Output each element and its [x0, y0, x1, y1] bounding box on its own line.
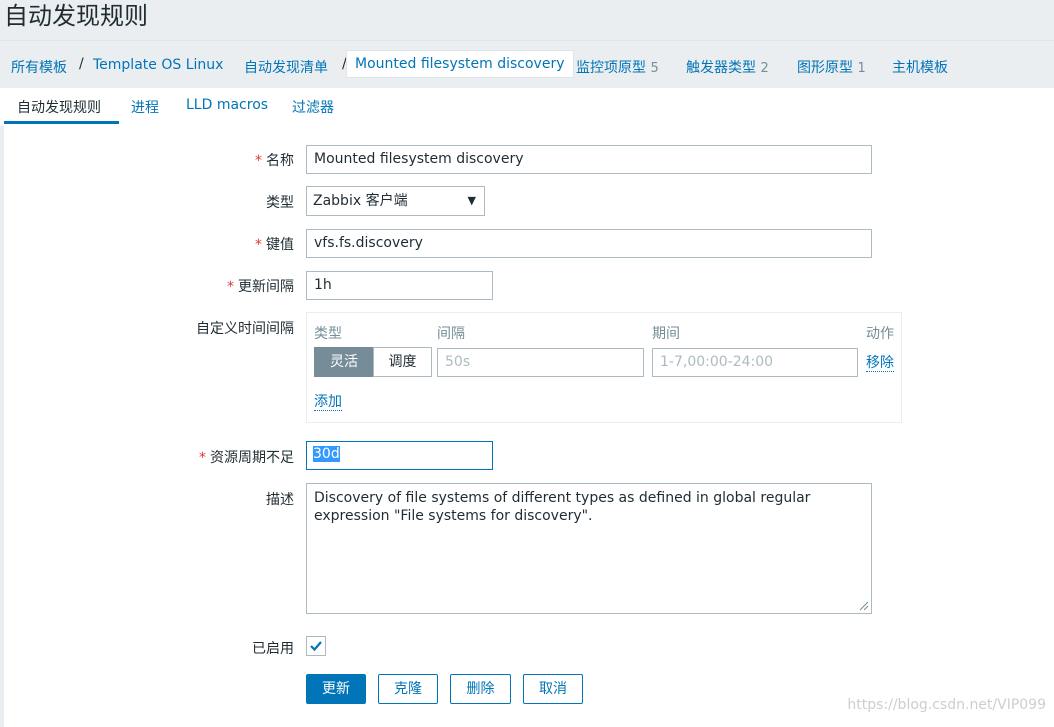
nav-label: 图形原型	[797, 60, 853, 76]
breadcrumb-all-templates[interactable]: 所有模板	[11, 57, 67, 77]
tab-lld-macros[interactable]: LLD macros	[186, 97, 268, 113]
interval-input[interactable]: 50s	[437, 348, 644, 377]
nav-label: 监控项原型	[576, 60, 646, 76]
nav-graph-prototypes[interactable]: 图形原型 1	[797, 57, 866, 77]
breadcrumb-discovery-list[interactable]: 自动发现清单	[244, 57, 328, 77]
col-type-header: 类型	[314, 326, 342, 342]
remove-link[interactable]: 移除	[866, 355, 894, 372]
update-interval-label: * 更新间隔	[227, 276, 294, 296]
nav-item-prototypes[interactable]: 监控项原型 5	[576, 57, 659, 77]
page-title: 自动发现规则	[4, 2, 148, 30]
description-text: Discovery of file systems of different t…	[314, 490, 811, 524]
custom-intervals-label: 自定义时间间隔	[196, 321, 294, 337]
flexible-toggle[interactable]: 灵活	[314, 347, 374, 377]
update-interval-input[interactable]: 1h	[306, 271, 493, 300]
name-input[interactable]: Mounted filesystem discovery	[306, 145, 872, 174]
keep-lost-input[interactable]: 30d	[306, 441, 493, 470]
delete-button[interactable]: 删除	[450, 674, 511, 704]
dropdown-arrow-icon: ▼	[467, 194, 476, 207]
required-mark: *	[255, 153, 262, 169]
breadcrumb-separator: /	[79, 56, 84, 72]
description-label: 描述	[266, 492, 294, 508]
enabled-checkbox[interactable]	[306, 636, 326, 656]
description-textarea[interactable]: Discovery of file systems of different t…	[306, 483, 872, 614]
checkmark-icon	[310, 641, 322, 652]
nav-count: 1	[857, 61, 866, 76]
breadcrumb-template[interactable]: Template OS Linux	[93, 57, 223, 73]
update-interval-label-text: 更新间隔	[238, 279, 294, 295]
scheduling-toggle[interactable]: 调度	[373, 347, 432, 377]
add-link[interactable]: 添加	[314, 394, 342, 411]
type-select-value: Zabbix 客户端	[313, 193, 408, 209]
period-input[interactable]: 1-7,00:00-24:00	[652, 348, 858, 377]
enabled-label: 已启用	[252, 641, 294, 657]
resize-handle-icon[interactable]	[859, 601, 869, 611]
nav-count: 5	[650, 61, 659, 76]
tab-preprocessing[interactable]: 进程	[131, 97, 159, 117]
breadcrumb: 所有模板 / Template OS Linux 自动发现清单 / Mounte…	[0, 40, 1054, 89]
col-interval-header: 间隔	[437, 326, 465, 342]
keep-lost-label: * 资源周期不足	[199, 447, 294, 467]
discovery-rule-form	[4, 126, 1054, 727]
nav-host-templates[interactable]: 主机模板	[892, 57, 948, 77]
type-select[interactable]: Zabbix 客户端 ▼	[306, 186, 485, 216]
nav-count: 2	[760, 61, 769, 76]
tab-bar: 自动发现规则 进程 LLD macros 过滤器	[0, 88, 1054, 127]
update-button[interactable]: 更新	[306, 674, 366, 704]
key-input[interactable]: vfs.fs.discovery	[306, 229, 872, 258]
key-label: * 键值	[255, 234, 294, 254]
custom-intervals-table: 类型 间隔 期间 动作 灵活 调度 50s 1-7,00:00-24:00 移除…	[306, 312, 902, 423]
col-action-header: 动作	[866, 326, 894, 342]
required-mark: *	[199, 450, 206, 466]
name-label: * 名称	[255, 150, 294, 170]
clone-button[interactable]: 克隆	[378, 674, 438, 704]
tab-discovery-rule[interactable]: 自动发现规则	[17, 97, 101, 117]
nav-label: 触发器类型	[686, 60, 756, 76]
keep-lost-value: 30d	[313, 446, 340, 462]
watermark: https://blog.csdn.net/VIP099	[847, 697, 1046, 713]
nav-trigger-prototypes[interactable]: 触发器类型 2	[686, 57, 769, 77]
active-tab-indicator	[4, 121, 119, 124]
required-mark: *	[255, 237, 262, 253]
col-period-header: 期间	[652, 326, 680, 342]
key-label-text: 键值	[266, 237, 294, 253]
tab-filters[interactable]: 过滤器	[292, 97, 334, 117]
required-mark: *	[227, 279, 234, 295]
name-label-text: 名称	[266, 153, 294, 169]
cancel-button[interactable]: 取消	[523, 674, 583, 704]
type-label: 类型	[266, 195, 294, 211]
keep-lost-label-text: 资源周期不足	[210, 450, 294, 466]
breadcrumb-current[interactable]: Mounted filesystem discovery	[346, 50, 574, 78]
